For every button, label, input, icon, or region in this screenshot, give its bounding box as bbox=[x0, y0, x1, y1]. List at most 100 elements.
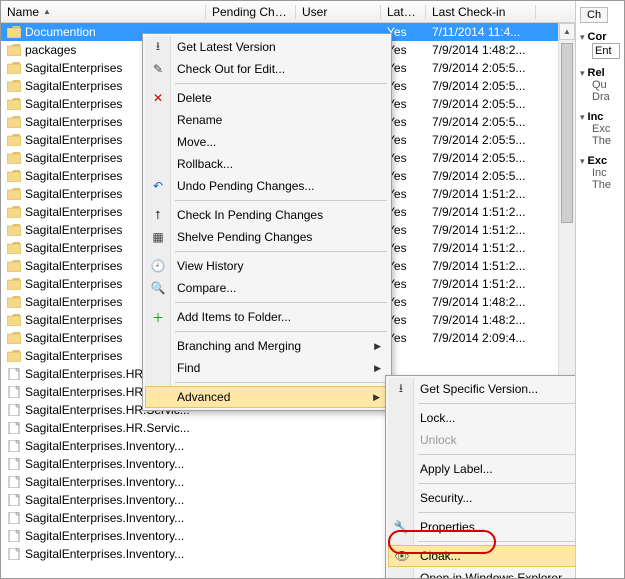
history-icon: 🕘 bbox=[150, 258, 166, 274]
folder-icon bbox=[7, 296, 21, 308]
menu-label: View History bbox=[177, 259, 243, 273]
menu-move[interactable]: Move... bbox=[145, 131, 389, 153]
menu-lock[interactable]: Lock... bbox=[388, 407, 576, 429]
row-name: SagitalEnterprises.Inventory... bbox=[25, 457, 184, 471]
row-name: SagitalEnterprises.HR.Servic... bbox=[25, 421, 190, 435]
folder-icon bbox=[7, 80, 21, 92]
menu-label: Rollback... bbox=[177, 157, 233, 171]
menu-label: Move... bbox=[177, 135, 216, 149]
menu-label: Advanced bbox=[177, 390, 230, 404]
collapse-icon[interactable]: ▾ bbox=[580, 32, 585, 42]
file-icon bbox=[7, 458, 21, 470]
folder-icon bbox=[7, 152, 21, 164]
row-name: SagitalEnterprises.Inventory... bbox=[25, 493, 184, 507]
section-rel[interactable]: Rel bbox=[588, 67, 605, 79]
menu-get-specific[interactable]: ⭳Get Specific Version... bbox=[388, 378, 576, 400]
advanced-submenu: ⭳Get Specific Version... Lock... Unlock … bbox=[385, 375, 576, 578]
cell-checkin: 7/9/2014 2:05:5... bbox=[426, 79, 536, 93]
menu-separator bbox=[418, 454, 576, 455]
file-icon bbox=[7, 494, 21, 506]
menu-label: Rename bbox=[177, 113, 222, 127]
menu-label: Compare... bbox=[177, 281, 236, 295]
collapse-icon[interactable]: ▾ bbox=[580, 156, 585, 166]
menu-advanced[interactable]: Advanced ▶ bbox=[145, 386, 389, 408]
cell-checkin: 7/9/2014 1:51:2... bbox=[426, 241, 536, 255]
menu-label: Apply Label... bbox=[420, 462, 493, 476]
grid-header: Name ▲ Pending Change User Latest Last C… bbox=[1, 1, 575, 23]
folder-icon bbox=[7, 242, 21, 254]
folder-icon bbox=[7, 260, 21, 272]
file-icon bbox=[7, 368, 21, 380]
menu-rollback[interactable]: Rollback... bbox=[145, 153, 389, 175]
menu-separator bbox=[418, 403, 576, 404]
menu-shelve[interactable]: ▦Shelve Pending Changes bbox=[145, 226, 389, 248]
submenu-arrow-icon: ▶ bbox=[374, 341, 381, 352]
column-latest[interactable]: Latest bbox=[381, 5, 426, 19]
submenu-arrow-icon: ▶ bbox=[373, 392, 380, 403]
row-name: SagitalEnterprises bbox=[25, 223, 122, 237]
menu-add-items[interactable]: ＋Add Items to Folder... bbox=[145, 306, 389, 328]
menu-view-history[interactable]: 🕘 View History bbox=[145, 255, 389, 277]
compare-icon: 🔍 bbox=[150, 280, 166, 296]
scroll-thumb[interactable] bbox=[561, 43, 573, 223]
row-name: SagitalEnterprises bbox=[25, 241, 122, 255]
menu-label: Find bbox=[177, 361, 200, 375]
column-pending-change[interactable]: Pending Change bbox=[206, 5, 296, 19]
column-user[interactable]: User bbox=[296, 5, 381, 19]
cell-checkin: 7/11/2014 11:4... bbox=[426, 25, 536, 39]
folder-icon bbox=[7, 332, 21, 344]
collapse-icon[interactable]: ▾ bbox=[580, 68, 585, 78]
sort-asc-icon: ▲ bbox=[43, 7, 51, 16]
row-name: SagitalEnterprises bbox=[25, 97, 122, 111]
ent-input[interactable] bbox=[592, 43, 620, 59]
row-name: SagitalEnterprises bbox=[25, 277, 122, 291]
row-name: SagitalEnterprises bbox=[25, 313, 122, 327]
menu-find[interactable]: Find▶ bbox=[145, 357, 389, 379]
folder-icon bbox=[7, 116, 21, 128]
column-name[interactable]: Name ▲ bbox=[1, 5, 206, 19]
menu-rename[interactable]: Rename bbox=[145, 109, 389, 131]
label-the: The bbox=[592, 135, 620, 147]
cell-checkin: 7/9/2014 1:48:2... bbox=[426, 295, 536, 309]
row-name: SagitalEnterprises.Inventory... bbox=[25, 475, 184, 489]
menu-apply-label[interactable]: Apply Label... bbox=[388, 458, 576, 480]
menu-label: Undo Pending Changes... bbox=[177, 179, 314, 193]
label-the2: The bbox=[592, 179, 620, 191]
section-exc[interactable]: Exc bbox=[588, 155, 608, 167]
menu-label: Check In Pending Changes bbox=[177, 208, 323, 222]
menu-check-out[interactable]: ✎Check Out for Edit... bbox=[145, 58, 389, 80]
menu-compare[interactable]: 🔍 Compare... bbox=[145, 277, 389, 299]
menu-checkin[interactable]: ⭡ Check In Pending Changes bbox=[145, 204, 389, 226]
menu-label: Open in Windows Explorer bbox=[420, 571, 562, 578]
menu-undo-pending[interactable]: ↶Undo Pending Changes... bbox=[145, 175, 389, 197]
section-inc[interactable]: Inc bbox=[588, 111, 604, 123]
menu-label: Branching and Merging bbox=[177, 339, 301, 353]
menu-label: Unlock bbox=[420, 433, 457, 447]
menu-open-explorer[interactable]: Open in Windows Explorer bbox=[388, 567, 576, 578]
section-cor[interactable]: Cor bbox=[588, 31, 607, 43]
menu-get-latest[interactable]: ⭳Get Latest Version bbox=[145, 36, 389, 58]
row-name: SagitalEnterprises bbox=[25, 79, 122, 93]
checkin-icon: ⭡ bbox=[150, 207, 166, 223]
menu-security[interactable]: Security... bbox=[388, 487, 576, 509]
row-name: SagitalEnterprises.Inventory... bbox=[25, 511, 184, 525]
ch-button[interactable]: Ch bbox=[580, 7, 608, 23]
menu-delete[interactable]: ✕Delete bbox=[145, 87, 389, 109]
file-icon bbox=[7, 422, 21, 434]
menu-separator bbox=[418, 512, 576, 513]
download-icon: ⭳ bbox=[150, 39, 166, 55]
folder-icon bbox=[7, 188, 21, 200]
link-qu[interactable]: Qu bbox=[592, 79, 620, 91]
folder-icon bbox=[7, 224, 21, 236]
scroll-up-icon[interactable]: ▲ bbox=[559, 23, 575, 40]
menu-separator bbox=[418, 483, 576, 484]
row-name: SagitalEnterprises.Inventory... bbox=[25, 547, 184, 561]
collapse-icon[interactable]: ▾ bbox=[580, 112, 585, 122]
shelve-icon: ▦ bbox=[150, 229, 166, 245]
row-name: SagitalEnterprises bbox=[25, 205, 122, 219]
menu-branching[interactable]: Branching and Merging ▶ bbox=[145, 335, 389, 357]
checkout-icon: ✎ bbox=[150, 61, 166, 77]
column-last-checkin[interactable]: Last Check-in bbox=[426, 5, 536, 19]
folder-icon bbox=[7, 26, 21, 38]
row-name: SagitalEnterprises bbox=[25, 115, 122, 129]
